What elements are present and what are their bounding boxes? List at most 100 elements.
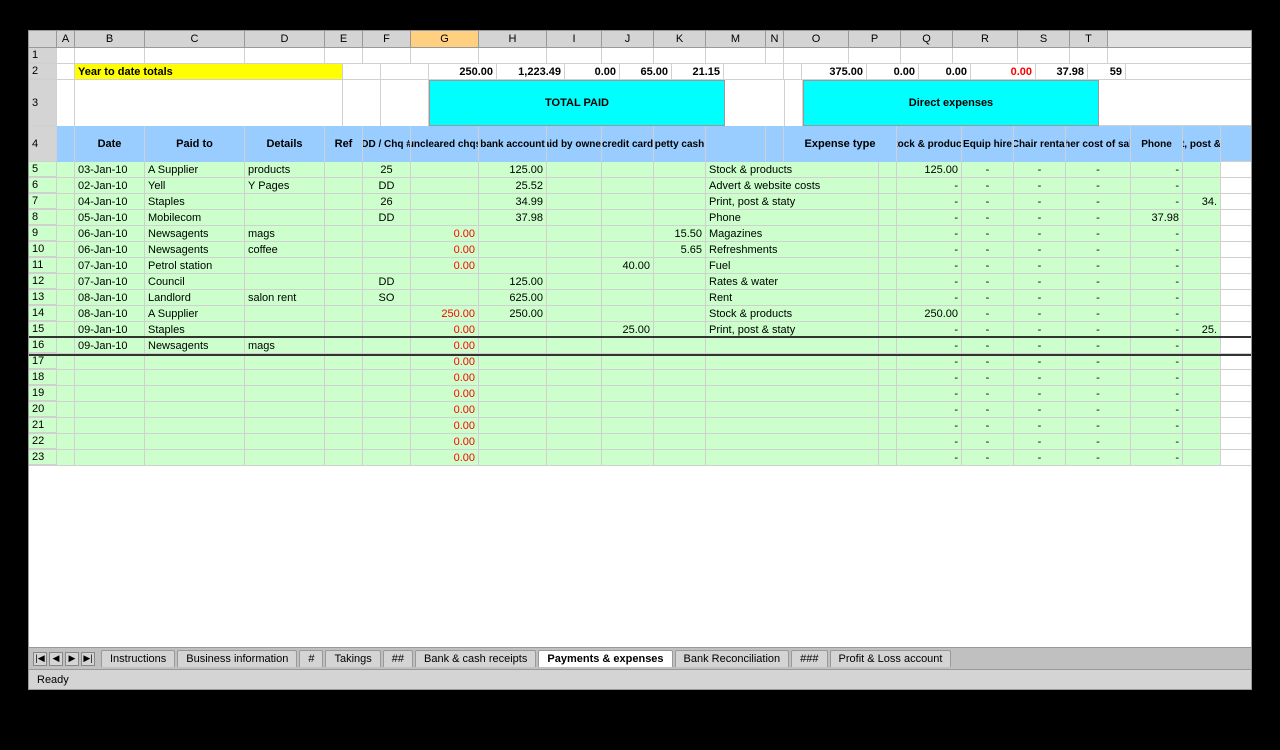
col4-credit: credit card [602, 126, 654, 162]
row-17: 170.00----- [29, 354, 1251, 370]
col-header-k: K [654, 31, 706, 47]
col-header-f: F [363, 31, 411, 47]
row-15: 1509-Jan-10Staples0.0025.00Print, post &… [29, 322, 1251, 338]
row-21: 210.00----- [29, 418, 1251, 434]
tab-instructions[interactable]: Instructions [101, 650, 175, 667]
col-header-a: A [57, 31, 75, 47]
sheet-body: 1 2 Year to date totals [29, 48, 1251, 647]
col-header-o: O [784, 31, 849, 47]
tab-nav-prev[interactable]: ◀ [49, 652, 63, 666]
year-to-date-label: Year to date totals [75, 64, 343, 79]
col-header-p: P [849, 31, 901, 47]
row-5: 503-Jan-10A Supplierproducts25125.00Stoc… [29, 162, 1251, 178]
status-text: Ready [37, 674, 69, 686]
col-header-r: R [953, 31, 1018, 47]
rownum-2: 2 [29, 64, 57, 79]
tab-bank---cash-receipts[interactable]: Bank & cash receipts [415, 650, 536, 667]
col4-equip: Equip hire [962, 126, 1014, 162]
col4-phone: Phone [1131, 126, 1183, 162]
col4-dd-chq: DD / Chq # [363, 126, 411, 162]
row-12: 1207-Jan-10CouncilDD125.00Rates & water-… [29, 274, 1251, 290]
col-header-d: D [245, 31, 325, 47]
col-header-i: I [547, 31, 602, 47]
col4-print: Print, post & stat [1183, 126, 1221, 162]
col-header-t: T [1070, 31, 1108, 47]
row2-k: 21.15 [672, 64, 724, 79]
row2-h: 1,223.49 [497, 64, 565, 79]
tab---[interactable]: ## [383, 650, 413, 667]
tab-takings[interactable]: Takings [325, 650, 380, 667]
col4-paid-to: Paid to [145, 126, 245, 162]
row2-o: 375.00 [802, 64, 867, 79]
col4-other: Other cost of sales [1066, 126, 1131, 162]
corner-cell [29, 31, 57, 47]
col4-expense [766, 126, 784, 162]
col-header-lm: M [706, 31, 766, 47]
data-rows: 503-Jan-10A Supplierproducts25125.00Stoc… [29, 162, 1251, 466]
col-header-q: Q [901, 31, 953, 47]
col4-bank: bank account [479, 126, 547, 162]
col4-expense-type: Expense type [784, 126, 897, 162]
tab-nav-last[interactable]: ▶| [81, 652, 95, 666]
rownum-4: 4 [29, 126, 57, 162]
tab-nav[interactable]: |◀ ◀ ▶ ▶| [33, 652, 95, 666]
rownum-1: 1 [29, 48, 57, 63]
row-7: 704-Jan-10Staples2634.99Print, post & st… [29, 194, 1251, 210]
row-6: 602-Jan-10YellY PagesDD25.52Advert & web… [29, 178, 1251, 194]
row-4: 4 Date Paid to Details Ref DD / Chq # un… [29, 126, 1251, 162]
total-paid-header: TOTAL PAID [429, 80, 725, 126]
col4-date: Date [75, 126, 145, 162]
tab-payments---expenses[interactable]: Payments & expenses [538, 650, 672, 667]
row-11: 1107-Jan-10Petrol station0.0040.00Fuel--… [29, 258, 1251, 274]
tab-nav-next[interactable]: ▶ [65, 652, 79, 666]
row-3: 3 TOTAL PAID Direct expenses [29, 80, 1251, 126]
col4-owners: paid by owners [547, 126, 602, 162]
row-16: 1609-Jan-10Newsagentsmags0.00----- [29, 338, 1251, 354]
col4-petty: petty cash [654, 126, 706, 162]
spreadsheet: A B C D E F G H I J K M N O P Q R S T 1 [28, 30, 1252, 690]
tab-profit---loss-account[interactable]: Profit & Loss account [830, 650, 952, 667]
row2-j: 65.00 [620, 64, 672, 79]
status-bar: Ready [29, 669, 1251, 689]
row-20: 200.00----- [29, 402, 1251, 418]
tab-business-information[interactable]: Business information [177, 650, 297, 667]
tab----[interactable]: ### [791, 650, 827, 667]
column-headers: A B C D E F G H I J K M N O P Q R S T [29, 31, 1251, 48]
row2-i: 0.00 [565, 64, 620, 79]
row2-s: 37.98 [1036, 64, 1088, 79]
row2-p: 0.00 [867, 64, 919, 79]
tab-bank-reconciliation[interactable]: Bank Reconciliation [675, 650, 790, 667]
tab--[interactable]: # [299, 650, 323, 667]
col-header-e: E [325, 31, 363, 47]
row2-r: 0.00 [971, 64, 1036, 79]
row-23: 230.00----- [29, 450, 1251, 466]
row-13: 1308-Jan-10Landlordsalon rentSO625.00Ren… [29, 290, 1251, 306]
row-9: 906-Jan-10Newsagentsmags0.0015.50Magazin… [29, 226, 1251, 242]
col-header-j: J [602, 31, 654, 47]
col4-uncleared: uncleared chqs [411, 126, 479, 162]
row-22: 220.00----- [29, 434, 1251, 450]
col4-details: Details [245, 126, 325, 162]
col4-stock: Stock & products [897, 126, 962, 162]
row2-q: 0.00 [919, 64, 971, 79]
row-1: 1 [29, 48, 1251, 64]
col4-chair: Chair rental [1014, 126, 1066, 162]
row-10: 1006-Jan-10Newsagentscoffee0.005.65Refre… [29, 242, 1251, 258]
col-header-b: B [75, 31, 145, 47]
row2-g: 250.00 [429, 64, 497, 79]
tab-container: InstructionsBusiness information#Takings… [101, 650, 951, 667]
row2-t: 59 [1088, 64, 1126, 79]
direct-expenses-header: Direct expenses [803, 80, 1099, 126]
row-2: 2 Year to date totals 250.00 1,223.49 0.… [29, 64, 1251, 80]
row-8: 805-Jan-10MobilecomDD37.98Phone----37.98 [29, 210, 1251, 226]
col-header-n: N [766, 31, 784, 47]
row-19: 190.00----- [29, 386, 1251, 402]
tab-nav-first[interactable]: |◀ [33, 652, 47, 666]
row-18: 180.00----- [29, 370, 1251, 386]
col-header-c: C [145, 31, 245, 47]
col4-lm [706, 126, 766, 162]
tab-bar: |◀ ◀ ▶ ▶| InstructionsBusiness informati… [29, 647, 1251, 669]
col-header-s: S [1018, 31, 1070, 47]
row-14: 1408-Jan-10A Supplier250.00250.00Stock &… [29, 306, 1251, 322]
col4-ref: Ref [325, 126, 363, 162]
